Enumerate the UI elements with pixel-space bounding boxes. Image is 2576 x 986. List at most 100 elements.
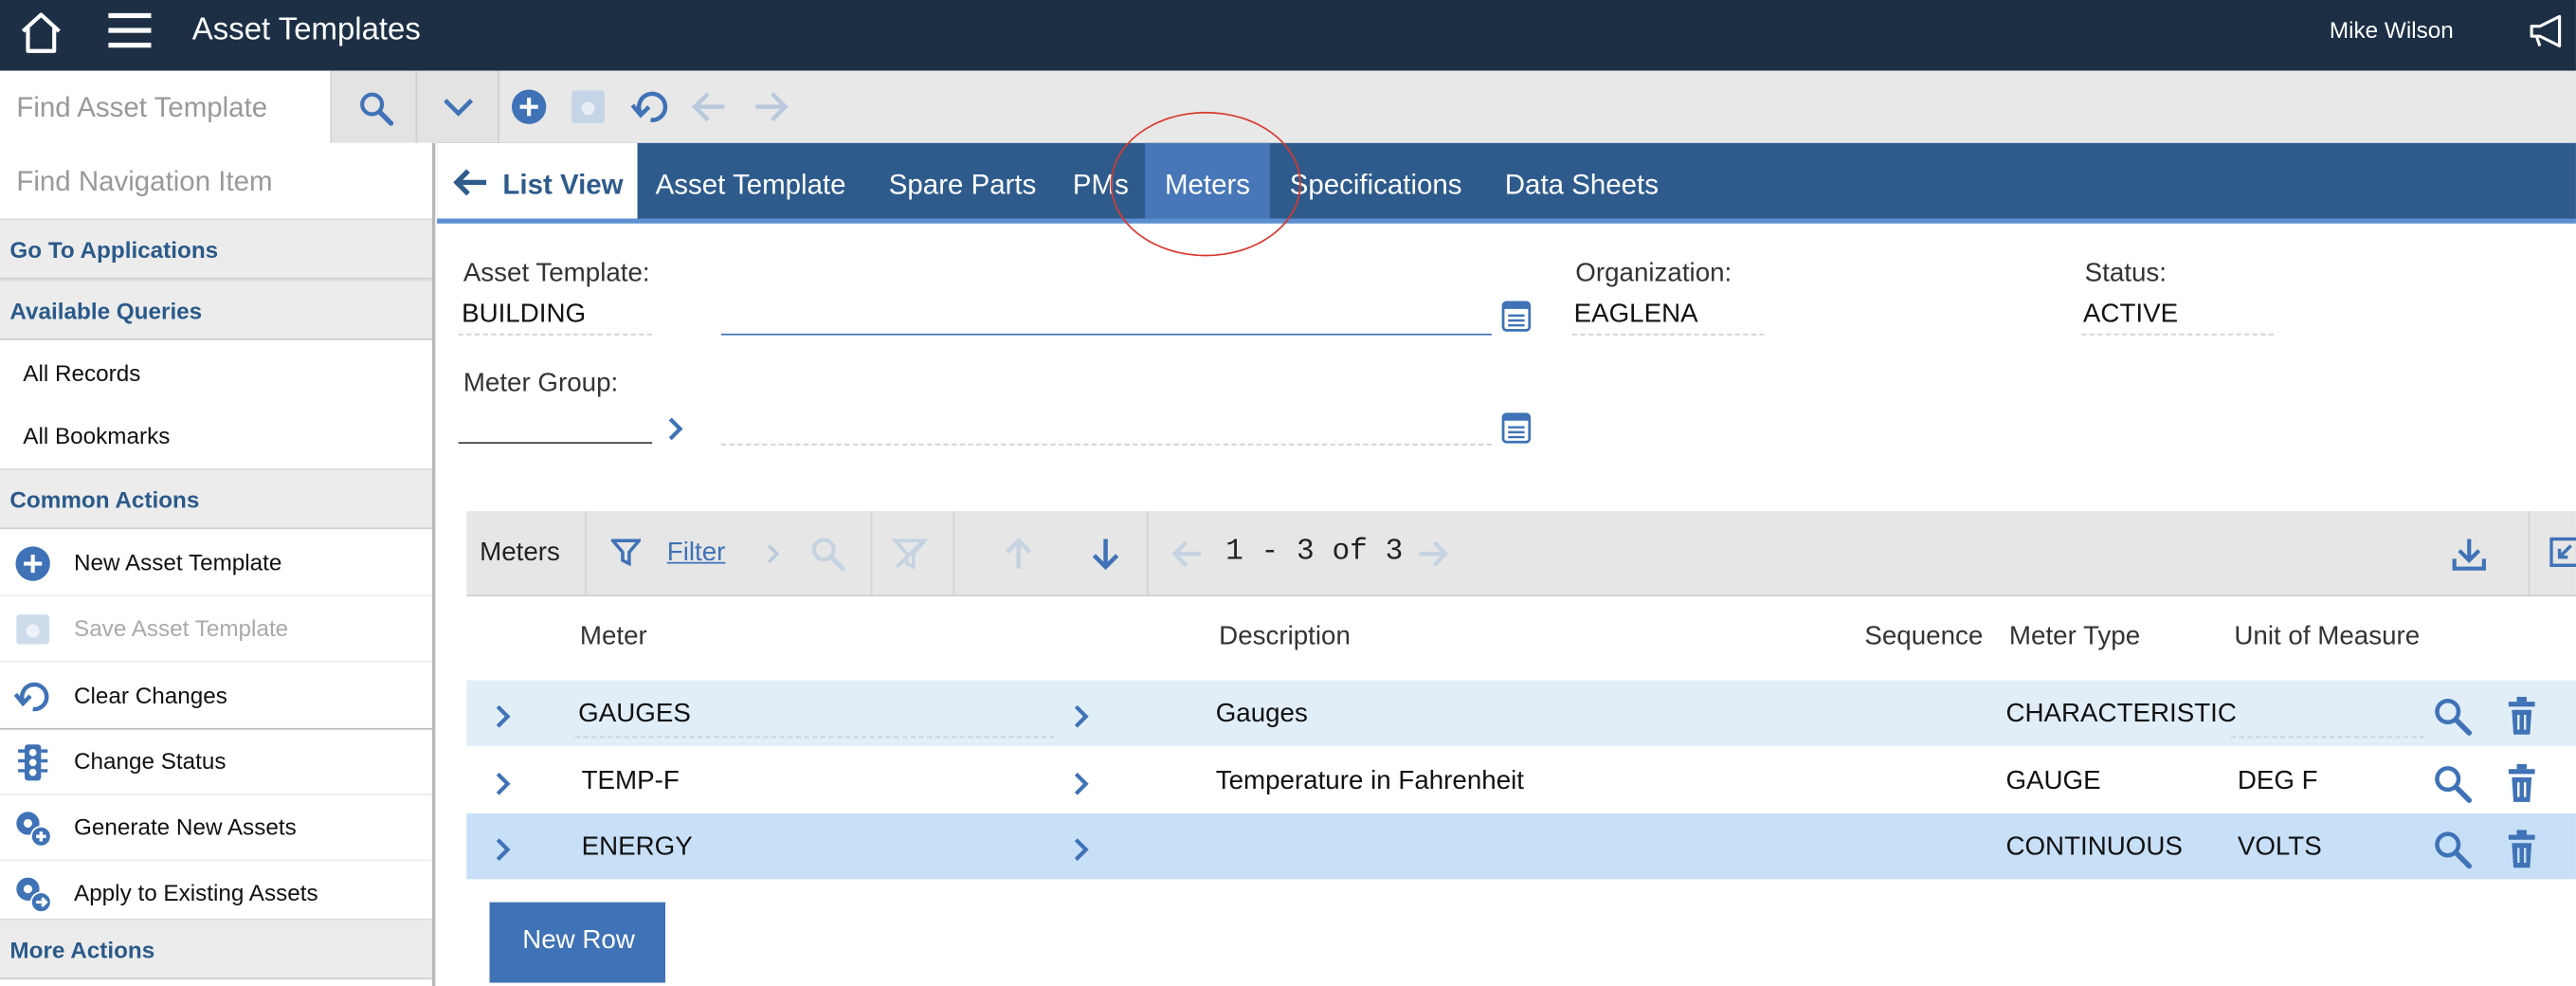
- expand-row-icon[interactable]: [493, 836, 513, 863]
- arrow-left-icon: [690, 87, 730, 127]
- action-save-asset-template: Save Asset Template: [0, 596, 432, 663]
- user-name[interactable]: Mike Wilson: [2330, 16, 2454, 43]
- cell-unit-of-measure: DEG F: [2237, 767, 2318, 795]
- long-description-icon[interactable]: [1501, 301, 1532, 332]
- action-new-asset-template[interactable]: New Asset Template: [0, 531, 432, 597]
- new-row-label: New Row: [522, 926, 635, 956]
- arrow-down-icon[interactable]: [1089, 536, 1122, 572]
- meters-table-toolbar: Meters Filter 1 - 3 of 3: [466, 511, 2576, 597]
- find-asset-template-placeholder: Find Asset Template: [16, 92, 268, 123]
- action-generate-new-assets[interactable]: Generate New Assets: [0, 795, 432, 862]
- table-row[interactable]: TEMP-F Temperature in Fahrenheit GAUGE D…: [466, 747, 2576, 813]
- expand-row-icon[interactable]: [493, 703, 513, 730]
- field-underline: [2081, 333, 2274, 336]
- arrow-left-icon: [453, 169, 487, 196]
- expand-row-icon[interactable]: [493, 771, 513, 797]
- status-field: ACTIVE: [2082, 301, 2179, 329]
- action-label: New Asset Template: [74, 548, 282, 575]
- divider: [585, 511, 587, 597]
- table-row[interactable]: ENERGY CONTINUOUS VOLTS: [466, 813, 2576, 880]
- description-input[interactable]: [720, 299, 1492, 336]
- find-search-button[interactable]: [332, 70, 418, 143]
- hamburger-menu-icon[interactable]: [107, 9, 154, 52]
- cell-meter[interactable]: ENERGY: [582, 833, 693, 863]
- meter-group-description-underline: [720, 443, 1492, 446]
- available-queries-header[interactable]: Available Queries: [0, 279, 432, 340]
- action-label: Save Asset Template: [74, 614, 289, 641]
- filter-link[interactable]: Filter: [667, 539, 726, 569]
- search-icon[interactable]: [2433, 697, 2473, 737]
- query-all-records[interactable]: All Records: [23, 360, 140, 387]
- tab-label: Specifications: [1289, 169, 1462, 201]
- download-icon[interactable]: [2451, 536, 2487, 572]
- home-icon[interactable]: [16, 9, 65, 58]
- megaphone-icon[interactable]: [2527, 13, 2569, 49]
- asset-template-label: Asset Template:: [463, 259, 650, 288]
- go-to-applications-header[interactable]: Go To Applications: [0, 218, 432, 280]
- annotation-circle: [1110, 111, 1301, 257]
- meter-group-input[interactable]: [458, 408, 653, 444]
- chevron-right-icon[interactable]: [1071, 771, 1091, 797]
- trash-icon[interactable]: [2505, 763, 2538, 804]
- cell-meter[interactable]: GAUGES: [578, 700, 691, 729]
- add-icon[interactable]: [509, 87, 549, 127]
- add-icon: [13, 544, 53, 584]
- long-description-icon[interactable]: [1501, 412, 1532, 444]
- field-underline: [574, 736, 1055, 739]
- action-label: Clear Changes: [74, 682, 227, 709]
- app-title: Asset Templates: [191, 12, 421, 48]
- column-header-sequence[interactable]: Sequence: [1864, 623, 1983, 652]
- trash-icon[interactable]: [2505, 696, 2538, 737]
- find-dropdown-button[interactable]: [417, 70, 499, 143]
- divider: [870, 511, 873, 597]
- chevron-down-icon: [444, 99, 474, 117]
- tab-list-view-label: List View: [502, 169, 624, 201]
- action-clear-changes[interactable]: Clear Changes: [0, 664, 432, 730]
- tab-list-view[interactable]: List View: [437, 142, 638, 221]
- go-to-applications-label: Go To Applications: [9, 236, 219, 264]
- traffic-light-icon: [13, 742, 53, 782]
- chevron-right-icon: [766, 542, 782, 565]
- search-icon[interactable]: [2433, 830, 2473, 869]
- find-navigation-item-input[interactable]: Find Navigation Item: [0, 142, 432, 221]
- trash-icon[interactable]: [2505, 830, 2538, 869]
- asset-template-field[interactable]: BUILDING: [462, 301, 586, 330]
- chevron-right-icon[interactable]: [1071, 703, 1091, 730]
- divider: [1146, 511, 1149, 597]
- column-header-meter[interactable]: Meter: [580, 623, 647, 652]
- common-actions-header[interactable]: Common Actions: [0, 467, 432, 530]
- action-label: Apply to Existing Assets: [74, 879, 318, 906]
- action-apply-to-existing-assets[interactable]: Apply to Existing Assets: [0, 861, 432, 927]
- tab-specifications[interactable]: Specifications: [1270, 143, 1487, 220]
- find-asset-template-input[interactable]: Find Asset Template: [0, 70, 333, 143]
- column-header-unit-of-measure[interactable]: Unit of Measure: [2234, 623, 2420, 652]
- undo-icon[interactable]: [629, 85, 672, 128]
- field-underline: [1571, 333, 1765, 336]
- cell-meter[interactable]: TEMP-F: [582, 767, 680, 796]
- side-navigation: Find Navigation Item Go To Applications …: [0, 142, 436, 986]
- next-page-icon: [1416, 539, 1449, 569]
- table-row[interactable]: GAUGES Gauges CHARACTERISTIC: [466, 680, 2576, 746]
- arrow-up-icon: [1002, 536, 1035, 572]
- filter-icon[interactable]: [610, 538, 642, 567]
- tab-label: Spare Parts: [888, 169, 1037, 201]
- action-change-status[interactable]: Change Status: [0, 730, 432, 795]
- apply-assets-icon: [13, 874, 53, 914]
- new-row-button[interactable]: New Row: [489, 902, 666, 983]
- divider: [952, 511, 955, 597]
- cell-description: Temperature in Fahrenheit: [1215, 767, 1524, 795]
- tab-data-sheets[interactable]: Data Sheets: [1487, 143, 1684, 220]
- more-actions-header[interactable]: More Actions: [0, 918, 432, 980]
- organization-label: Organization:: [1575, 259, 1732, 288]
- previous-page-icon: [1171, 539, 1205, 569]
- collapse-icon[interactable]: [2549, 536, 2576, 569]
- tab-asset-template[interactable]: Asset Template: [638, 143, 871, 220]
- column-header-description[interactable]: Description: [1219, 623, 1351, 652]
- chevron-right-icon[interactable]: [1071, 836, 1091, 863]
- search-icon[interactable]: [2433, 764, 2473, 804]
- field-underline: [458, 333, 653, 336]
- tab-spare-parts[interactable]: Spare Parts: [871, 143, 1055, 220]
- query-all-bookmarks[interactable]: All Bookmarks: [23, 422, 170, 448]
- chevron-right-icon[interactable]: [663, 414, 686, 444]
- column-header-meter-type[interactable]: Meter Type: [2009, 623, 2140, 652]
